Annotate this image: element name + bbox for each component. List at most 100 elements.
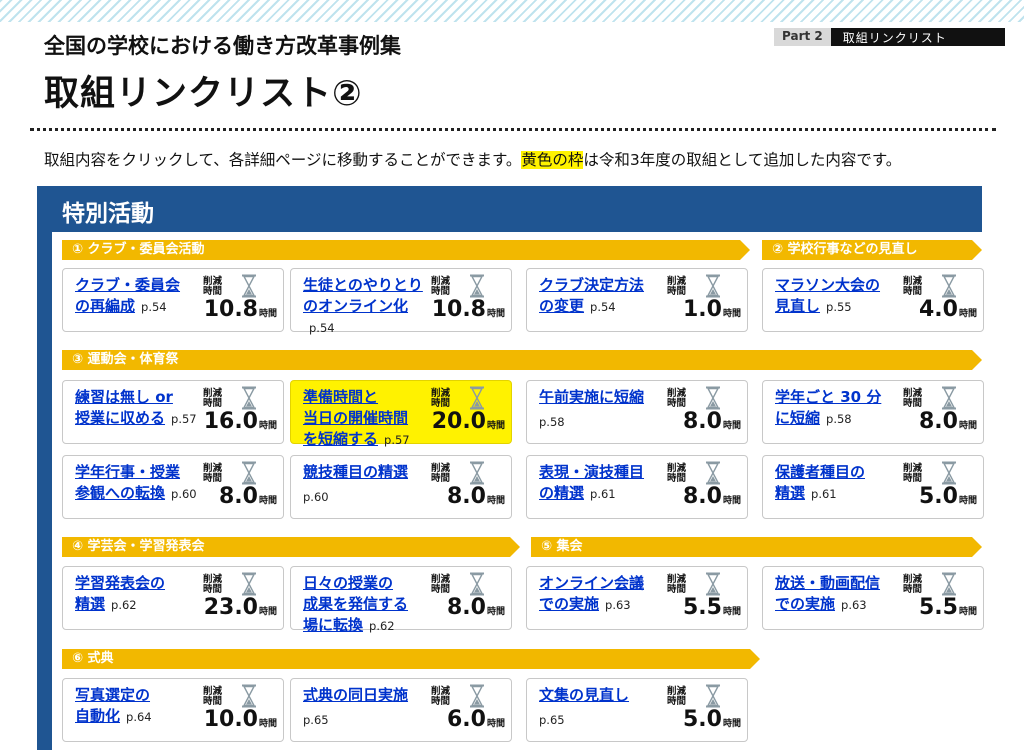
activity-link[interactable]: 当日の開催時間: [303, 409, 408, 427]
reduction-label: 削減時間: [903, 388, 923, 409]
activity-link[interactable]: の変更: [539, 297, 584, 315]
card-text: 学年行事・授業 参観への転換 p.60: [75, 462, 200, 505]
activity-card[interactable]: 表現・演技種目 の精選 p.61 削減時間 8.0時間: [526, 455, 748, 519]
activity-link[interactable]: オンライン会議: [539, 574, 644, 592]
hours-unit: 時間: [258, 496, 277, 506]
activity-link[interactable]: 成果を発信する: [303, 595, 408, 613]
activity-link[interactable]: 授業に収める: [75, 409, 165, 427]
reduction-hours: 16.0時間: [204, 409, 277, 434]
activity-link[interactable]: の再編成: [75, 297, 135, 315]
page-ref: p.58: [539, 415, 565, 429]
page-ref: p.65: [539, 713, 565, 727]
activity-link[interactable]: 精選: [75, 595, 105, 613]
hours-value: 10.0: [203, 707, 258, 732]
reduction-hours: 8.0時間: [447, 595, 505, 620]
reduction-label: 削減時間: [431, 463, 451, 484]
activity-link[interactable]: を短縮する: [303, 430, 378, 448]
reduction-label: 削減時間: [667, 463, 687, 484]
activity-link[interactable]: 保護者種目の: [775, 463, 865, 481]
category-school-events: ② 学校行事などの見直し: [762, 240, 982, 260]
activity-card[interactable]: 生徒とのやりとり のオンライン化 p.54 削減時間 10.8時間: [290, 268, 512, 335]
activity-card[interactable]: クラブ・委員会 の再編成 p.54 削減時間 10.8時間: [62, 268, 284, 332]
card-text: クラブ・委員会 の再編成 p.54: [75, 275, 200, 318]
card-text: 学習発表会の 精選 p.62: [75, 573, 200, 616]
reduction-hours: 10.8時間: [432, 297, 505, 322]
activity-card[interactable]: 学年行事・授業 参観への転換 p.60 削減時間 8.0時間: [62, 455, 284, 519]
reduction-label: 削減時間: [903, 463, 923, 484]
activity-link[interactable]: での実施: [539, 595, 599, 613]
hours-value: 8.0: [447, 595, 486, 620]
card-text: 準備時間と当日の開催時間 を短縮する p.57: [303, 387, 428, 451]
activity-link[interactable]: 写真選定の: [75, 686, 150, 704]
activity-link[interactable]: 競技種目の精選: [303, 463, 408, 481]
decorative-stripe: [0, 0, 1024, 22]
activity-card[interactable]: 学習発表会の 精選 p.62 削減時間 23.0時間: [62, 566, 284, 630]
activity-card[interactable]: 放送・動画配信 での実施 p.63 削減時間 5.5時間: [762, 566, 984, 630]
category-assembly: ⑤ 集会: [531, 537, 982, 557]
reduction-label: 削減時間: [903, 276, 923, 297]
page-ref: p.65: [303, 713, 329, 727]
reduction-hours: 10.8時間: [204, 297, 277, 322]
reduction-label: 削減時間: [431, 388, 451, 409]
activity-link[interactable]: での実施: [775, 595, 835, 613]
activity-link[interactable]: に短縮: [775, 409, 820, 427]
hours-unit: 時間: [722, 719, 741, 729]
reduction-hours: 5.5時間: [683, 595, 741, 620]
activity-card[interactable]: 写真選定の 自動化 p.64 削減時間 10.0時間: [62, 678, 284, 742]
activity-link[interactable]: 生徒とのやりとり: [303, 276, 423, 294]
activity-link[interactable]: 精選: [775, 484, 805, 502]
hours-unit: 時間: [958, 607, 977, 617]
hours-unit: 時間: [722, 496, 741, 506]
activity-card[interactable]: 日々の授業の 成果を発信する 場に転換 p.62 削減時間 8.0時間: [290, 566, 512, 634]
activity-link[interactable]: 自動化: [75, 707, 120, 725]
hours-unit: 時間: [258, 719, 277, 729]
hours-unit: 時間: [486, 719, 505, 729]
reduction-hours: 8.0時間: [447, 484, 505, 509]
activity-card[interactable]: 式典の同日実施 p.65 削減時間 6.0時間: [290, 678, 512, 742]
activity-link[interactable]: 文集の見直し: [539, 686, 629, 704]
activity-link[interactable]: マラソン大会の: [775, 276, 880, 294]
activity-link[interactable]: 参観への転換: [75, 484, 165, 502]
activity-card[interactable]: 学年ごと 30 分に短縮 p.58 削減時間 8.0時間: [762, 380, 984, 444]
activity-link[interactable]: のオンライン化: [303, 297, 408, 315]
page-ref: p.57: [384, 433, 410, 447]
activity-link[interactable]: 練習は無し or: [75, 388, 173, 406]
activity-card[interactable]: 午前実施に短縮 p.58 削減時間 8.0時間: [526, 380, 748, 444]
activity-link[interactable]: クラブ・委員会: [75, 276, 180, 294]
activity-link[interactable]: クラブ決定方法: [539, 276, 644, 294]
activity-link[interactable]: 午前実施に短縮: [539, 388, 644, 406]
activity-card[interactable]: オンライン会議 での実施 p.63 削減時間 5.5時間: [526, 566, 748, 630]
hours-value: 8.0: [447, 484, 486, 509]
card-text: 学年ごと 30 分に短縮 p.58: [775, 387, 900, 430]
reduction-label: 削減時間: [431, 574, 451, 595]
activity-link[interactable]: 学年ごと 30 分: [775, 388, 881, 406]
activity-link[interactable]: 学年行事・授業: [75, 463, 180, 481]
category-club: ① クラブ・委員会活動: [62, 240, 750, 260]
activity-link[interactable]: 準備時間と: [303, 388, 378, 406]
activity-card[interactable]: 保護者種目の 精選 p.61 削減時間 5.0時間: [762, 455, 984, 519]
hours-value: 5.0: [683, 707, 722, 732]
activity-link[interactable]: 式典の同日実施: [303, 686, 408, 704]
activity-card[interactable]: マラソン大会の 見直し p.55 削減時間 4.0時間: [762, 268, 984, 332]
activity-card[interactable]: 文集の見直し p.65 削減時間 5.0時間: [526, 678, 748, 742]
activity-card[interactable]: クラブ決定方法 の変更 p.54 削減時間 1.0時間: [526, 268, 748, 332]
activity-link[interactable]: の精選: [539, 484, 584, 502]
activity-link[interactable]: 見直し: [775, 297, 820, 315]
activity-link[interactable]: 日々の授業の: [303, 574, 393, 592]
activity-link[interactable]: 放送・動画配信: [775, 574, 880, 592]
activity-link[interactable]: 場に転換: [303, 616, 363, 634]
page-ref: p.63: [841, 598, 867, 612]
reduction-hours: 23.0時間: [204, 595, 277, 620]
dotted-divider: [30, 128, 996, 131]
hours-unit: 時間: [486, 607, 505, 617]
activity-link[interactable]: 学習発表会の: [75, 574, 165, 592]
activity-card[interactable]: 競技種目の精選 p.60 削減時間 8.0時間: [290, 455, 512, 519]
activity-card[interactable]: 準備時間と 当日の開催時間 を短縮する p.57 削減時間 20.0時間: [290, 380, 512, 448]
page-ref: p.57: [171, 412, 197, 426]
reduction-label: 削減時間: [203, 463, 223, 484]
intro-before: 取組内容をクリックして、各詳細ページに移動することができます。: [44, 151, 522, 169]
hours-unit: 時間: [258, 309, 277, 319]
hours-unit: 時間: [958, 309, 977, 319]
activity-link[interactable]: 表現・演技種目: [539, 463, 644, 481]
activity-card[interactable]: 練習は無し or 授業に収める p.57 削減時間 16.0時間: [62, 380, 284, 444]
